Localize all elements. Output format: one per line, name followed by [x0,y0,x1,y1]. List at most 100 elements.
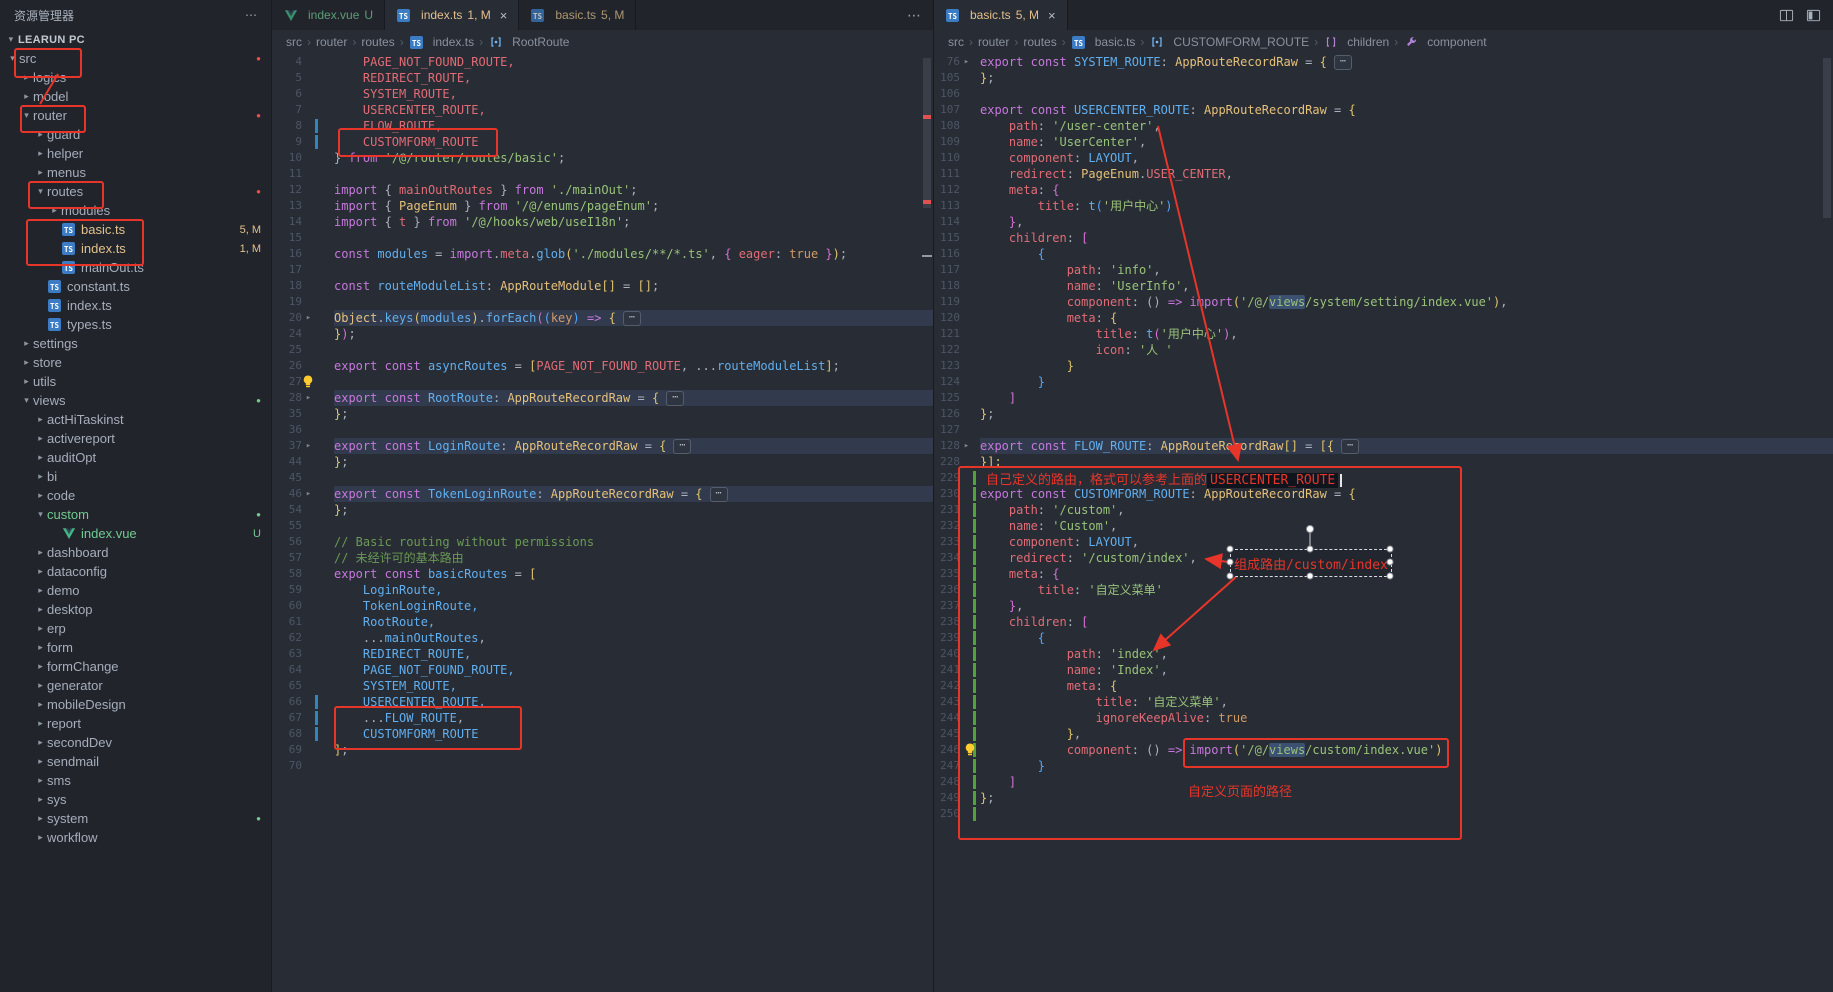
tree-item-sys[interactable]: ▸sys [0,790,271,809]
fold-chevron-icon[interactable]: ▸ [960,438,973,454]
tree-item-constant.ts[interactable]: TSconstant.ts [0,277,271,296]
tree-item-mobileDesign[interactable]: ▸mobileDesign [0,695,271,714]
tree-item-index.ts[interactable]: TSindex.ts [0,296,271,315]
tree-item-bi[interactable]: ▸bi [0,467,271,486]
chevron-right-icon[interactable]: ▸ [20,91,33,102]
chevron-right-icon[interactable]: ▸ [34,699,47,710]
chevron-right-icon[interactable]: ▸ [34,642,47,653]
tree-item-index.ts[interactable]: TSindex.ts1, M [0,239,271,258]
fold-chevron-icon[interactable]: ▸ [302,390,315,406]
breadcrumb-CUSTOMFORM_ROUTE[interactable]: CUSTOMFORM_ROUTE [1149,35,1309,50]
tree-item-secondDev[interactable]: ▸secondDev [0,733,271,752]
tree-item-router[interactable]: ▾router● [0,106,271,125]
tree-item-utils[interactable]: ▸utils [0,372,271,391]
tree-item-formChange[interactable]: ▸formChange [0,657,271,676]
tree-item-modules[interactable]: ▸modules [0,201,271,220]
breadcrumb-index.ts[interactable]: TSindex.ts [409,35,474,50]
chevron-right-icon[interactable]: ▸ [34,832,47,843]
chevron-right-icon[interactable]: ▸ [34,452,47,463]
lightbulb-icon[interactable] [302,375,314,388]
tree-item-basic.ts[interactable]: TSbasic.ts5, M [0,220,271,239]
tree-item-auditOpt[interactable]: ▸auditOpt [0,448,271,467]
chevron-right-icon[interactable]: ▸ [34,547,47,558]
tree-item-src[interactable]: ▾src● [0,49,271,68]
breadcrumb-component[interactable]: component [1403,35,1486,50]
tree-item-erp[interactable]: ▸erp [0,619,271,638]
chevron-right-icon[interactable]: ▸ [34,148,47,159]
breadcrumb-routes[interactable]: routes [1023,35,1056,49]
chevron-right-icon[interactable]: ▸ [34,661,47,672]
tree-item-helper[interactable]: ▸helper [0,144,271,163]
chevron-right-icon[interactable]: ▸ [20,376,33,387]
tree-item-desktop[interactable]: ▸desktop [0,600,271,619]
chevron-right-icon[interactable]: ▸ [20,338,33,349]
chevron-right-icon[interactable]: ▸ [34,623,47,634]
folded-code-badge[interactable]: ⋯ [1334,55,1352,70]
breadcrumb-routes[interactable]: routes [361,35,394,49]
chevron-down-icon[interactable]: ▾ [34,509,47,520]
breadcrumb-router[interactable]: router [978,35,1009,49]
chevron-right-icon[interactable]: ▸ [34,471,47,482]
tree-item-index.vue[interactable]: index.vueU [0,524,271,543]
tree-item-settings[interactable]: ▸settings [0,334,271,353]
chevron-right-icon[interactable]: ▸ [34,775,47,786]
chevron-right-icon[interactable]: ▸ [34,167,47,178]
chevron-right-icon[interactable]: ▸ [34,813,47,824]
more-actions-icon[interactable]: ⋯ [245,8,257,22]
split-editor-icon[interactable] [1779,8,1794,23]
tree-item-logics[interactable]: ▸logics [0,68,271,87]
chevron-right-icon[interactable]: ▸ [34,585,47,596]
folded-code-badge[interactable]: ⋯ [673,439,691,454]
chevron-right-icon[interactable]: ▸ [34,433,47,444]
folded-code-badge[interactable]: ⋯ [710,487,728,502]
breadcrumb-basic.ts[interactable]: TSbasic.ts [1071,35,1136,50]
folded-code-badge[interactable]: ⋯ [623,311,641,326]
editor-layout-icon[interactable] [1806,8,1821,23]
chevron-right-icon[interactable]: ▸ [34,756,47,767]
fold-chevron-icon[interactable]: ▸ [960,54,973,70]
tab-index.vue[interactable]: index.vueU [272,0,385,30]
breadcrumb-children[interactable]: children [1323,35,1389,50]
chevron-right-icon[interactable]: ▸ [34,490,47,501]
tree-item-model[interactable]: ▸model [0,87,271,106]
breadcrumb-src[interactable]: src [948,35,964,49]
chevron-right-icon[interactable]: ▸ [34,718,47,729]
tree-item-mainOut.ts[interactable]: TSmainOut.ts [0,258,271,277]
chevron-right-icon[interactable]: ▸ [20,72,33,83]
tree-item-guard[interactable]: ▸guard [0,125,271,144]
more-actions-icon[interactable]: ⋯ [907,7,921,24]
fold-chevron-icon[interactable]: ▸ [302,310,315,326]
chevron-down-icon[interactable]: ▾ [6,53,19,64]
chevron-right-icon[interactable]: ▸ [20,357,33,368]
folded-code-badge[interactable]: ⋯ [1341,439,1359,454]
tree-item-store[interactable]: ▸store [0,353,271,372]
tab-index.ts[interactable]: TSindex.ts1, M× [385,0,519,30]
tree-item-menus[interactable]: ▸menus [0,163,271,182]
tree-item-system[interactable]: ▸system● [0,809,271,828]
tree-item-code[interactable]: ▸code [0,486,271,505]
chevron-right-icon[interactable]: ▸ [34,737,47,748]
tree-item-activereport[interactable]: ▸activereport [0,429,271,448]
chevron-right-icon[interactable]: ▸ [48,205,61,216]
chevron-down-icon[interactable]: ▾ [34,186,47,197]
close-icon[interactable]: × [1048,8,1056,23]
tree-item-form[interactable]: ▸form [0,638,271,657]
breadcrumb-RootRoute[interactable]: RootRoute [488,35,569,50]
close-icon[interactable]: × [500,8,508,23]
tree-item-types.ts[interactable]: TStypes.ts [0,315,271,334]
tab-basic.ts[interactable]: TSbasic.ts5, M [519,0,636,30]
fold-chevron-icon[interactable]: ▸ [302,438,315,454]
workspace-section-header[interactable]: ▾ LEARUN PC [0,30,271,49]
tree-item-routes[interactable]: ▾routes● [0,182,271,201]
tree-item-dashboard[interactable]: ▸dashboard [0,543,271,562]
chevron-right-icon[interactable]: ▸ [34,794,47,805]
tree-item-generator[interactable]: ▸generator [0,676,271,695]
code-editor-middle[interactable]: 4 PAGE_NOT_FOUND_ROUTE,5 REDIRECT_ROUTE,… [272,54,933,992]
chevron-right-icon[interactable]: ▸ [34,680,47,691]
fold-chevron-icon[interactable]: ▸ [302,486,315,502]
tree-item-workflow[interactable]: ▸workflow [0,828,271,847]
tree-item-sms[interactable]: ▸sms [0,771,271,790]
scrollbar-thumb[interactable] [923,58,931,208]
tree-item-demo[interactable]: ▸demo [0,581,271,600]
breadcrumb-src[interactable]: src [286,35,302,49]
